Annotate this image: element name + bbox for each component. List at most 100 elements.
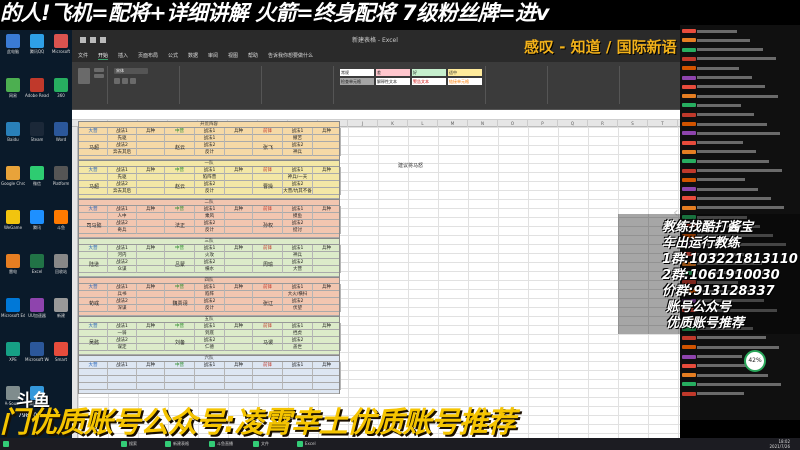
desktop-icon[interactable]: 腾讯QQ [26, 34, 48, 54]
empty-cell[interactable] [313, 213, 341, 220]
skill-cell[interactable]: 反计 [195, 149, 225, 156]
empty-cell[interactable] [165, 330, 195, 337]
desktop-icon[interactable]: Microsoft Edge [1, 298, 25, 318]
skill-cell[interactable]: 战法2 [283, 259, 313, 266]
skill-cell[interactable]: 战法2 [108, 259, 137, 266]
cut-icon[interactable] [94, 68, 104, 72]
empty-cell[interactable] [253, 383, 283, 390]
empty-cell[interactable] [313, 344, 341, 351]
empty-cell[interactable] [137, 376, 165, 383]
empty-cell[interactable] [137, 220, 165, 227]
empty-cell[interactable] [313, 149, 341, 156]
desktop-icon[interactable]: 雷电 [2, 254, 24, 274]
ribbon-tab[interactable]: 插入 [118, 52, 128, 59]
desktop-icon[interactable]: UU加速器 [26, 298, 48, 318]
skill-cell[interactable]: 大营/坑其不备 [283, 188, 313, 195]
desktop-icon[interactable]: Word [50, 122, 72, 142]
empty-cell[interactable] [313, 227, 341, 234]
empty-cell[interactable] [225, 266, 253, 273]
skill-cell[interactable]: 众谋 [108, 266, 137, 273]
desktop-icon[interactable]: Steam [26, 122, 48, 142]
desktop-icon[interactable]: 斗鱼 [50, 210, 72, 230]
empty-cell[interactable] [137, 383, 165, 390]
empty-cell[interactable] [225, 188, 253, 195]
empty-cell[interactable] [225, 213, 253, 220]
empty-cell[interactable] [137, 181, 165, 188]
empty-cell[interactable] [79, 213, 108, 220]
column-header[interactable]: J [348, 120, 378, 127]
ribbon-tab[interactable]: 开始 [98, 52, 109, 60]
empty-cell[interactable] [253, 213, 283, 220]
skill-cell[interactable]: 兵书 [108, 291, 137, 298]
cell-style-option[interactable]: 链接单元格 [448, 78, 482, 85]
empty-cell[interactable] [225, 142, 253, 149]
empty-cell[interactable] [313, 252, 341, 259]
skill-cell[interactable]: 奔去其后 [108, 188, 137, 195]
save-icon[interactable] [80, 37, 86, 43]
desktop-icon[interactable]: WeGame [2, 210, 24, 230]
skill-cell[interactable]: 神兵 [283, 252, 313, 259]
skill-cell[interactable]: 先驱 [108, 174, 137, 181]
empty-cell[interactable] [313, 330, 341, 337]
skill-cell[interactable]: 战法2 [108, 220, 137, 227]
empty-cell[interactable] [165, 252, 195, 259]
skill-cell[interactable]: 一骑 [108, 330, 137, 337]
skill-cell[interactable]: 撤苦 [283, 135, 313, 142]
skill-cell[interactable]: 战法2 [195, 220, 225, 227]
skill-cell[interactable]: 战法2 [195, 259, 225, 266]
skill-cell[interactable]: 大营 [283, 266, 313, 273]
empty-cell[interactable] [313, 259, 341, 266]
paste-icon[interactable] [78, 68, 90, 84]
skill-cell[interactable]: 陷阵营 [195, 174, 225, 181]
ribbon-tab[interactable]: 数据 [188, 52, 198, 59]
skill-cell[interactable]: 战法2 [195, 142, 225, 149]
column-header[interactable]: Q [558, 120, 588, 127]
skill-cell[interactable]: 战法1 [195, 135, 225, 142]
empty-cell[interactable] [137, 135, 165, 142]
empty-cell[interactable] [79, 376, 108, 383]
skill-cell[interactable]: 奇兵 [108, 227, 137, 234]
empty-cell[interactable] [313, 376, 341, 383]
empty-cell[interactable] [313, 298, 341, 305]
empty-cell[interactable] [79, 135, 108, 142]
empty-cell[interactable] [313, 181, 341, 188]
empty-cell[interactable] [253, 135, 283, 142]
skill-cell[interactable]: 战法2 [108, 298, 137, 305]
skill-cell[interactable]: 谋定 [108, 344, 137, 351]
empty-cell[interactable] [137, 266, 165, 273]
skill-cell[interactable]: 深谋 [108, 305, 137, 312]
empty-cell[interactable] [225, 252, 253, 259]
skill-cell[interactable]: 摸鱼 [283, 213, 313, 220]
empty-cell[interactable] [253, 291, 283, 298]
redo-icon[interactable] [100, 37, 106, 43]
skill-cell[interactable]: 火攻 [195, 252, 225, 259]
empty-cell[interactable] [225, 383, 253, 390]
desktop-icon[interactable]: 微信 [26, 166, 48, 186]
empty-cell[interactable] [225, 174, 253, 181]
empty-cell[interactable] [79, 291, 108, 298]
empty-cell[interactable] [253, 330, 283, 337]
skill-cell[interactable]: 战法2 [108, 181, 137, 188]
skill-cell[interactable]: 先驱 [108, 135, 137, 142]
cell-style-option[interactable]: 适中 [448, 69, 482, 76]
column-header[interactable]: O [498, 120, 528, 127]
cell-style-option[interactable]: 常规 [340, 69, 374, 76]
skill-cell[interactable]: 乘风 [195, 213, 225, 220]
skill-cell[interactable] [108, 376, 137, 383]
cell-style-option[interactable]: 警告文本 [412, 78, 446, 85]
empty-cell[interactable] [137, 252, 165, 259]
skill-cell[interactable] [108, 383, 137, 390]
column-header[interactable]: T [648, 120, 678, 127]
desktop-icon[interactable]: Baidu [2, 122, 24, 142]
empty-cell[interactable] [225, 227, 253, 234]
empty-cell[interactable] [137, 330, 165, 337]
empty-cell[interactable] [137, 227, 165, 234]
desktop-icon[interactable]: 360 [50, 78, 72, 98]
empty-cell[interactable] [225, 298, 253, 305]
empty-cell[interactable] [253, 369, 283, 376]
desktop-icon[interactable]: XPE [2, 342, 24, 362]
empty-cell[interactable] [137, 188, 165, 195]
ribbon-tab[interactable]: 文件 [78, 52, 88, 59]
skill-cell[interactable]: 奔去其后 [108, 149, 137, 156]
empty-cell[interactable] [137, 305, 165, 312]
